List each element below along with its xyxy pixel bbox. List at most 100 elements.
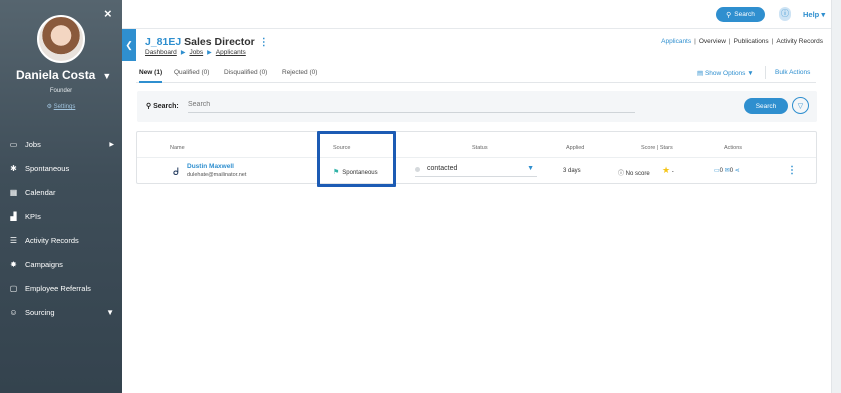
lightbulb-icon[interactable]: ⓘ bbox=[779, 7, 791, 21]
top-search-button[interactable]: ⚲ Search bbox=[716, 7, 765, 22]
applicant-email: dulehate@mailinator.net bbox=[187, 172, 247, 178]
sidebar-item-label: KPIs bbox=[25, 211, 41, 221]
bulk-actions-button[interactable]: Bulk Actions bbox=[775, 69, 810, 76]
list-icon: ☰ bbox=[9, 235, 18, 245]
sidebar-item-spontaneous[interactable]: ✱ Spontaneous bbox=[0, 156, 122, 180]
comments-count: 0 bbox=[719, 168, 724, 174]
chevron-down-icon: ▼ bbox=[106, 307, 114, 317]
breadcrumb-jobs[interactable]: Jobs bbox=[189, 49, 203, 56]
settings-label: Settings bbox=[53, 104, 76, 110]
tab-applicants[interactable]: Applicants bbox=[661, 38, 691, 45]
calendar-icon: ▦ bbox=[9, 187, 18, 197]
search-icon: ⚲ bbox=[726, 11, 732, 19]
score-cell: ⓘ No score bbox=[618, 168, 650, 177]
applied-value: 3 days bbox=[563, 168, 581, 174]
sidebar-item-employee-referrals[interactable]: ▢ Employee Referrals bbox=[0, 276, 122, 300]
sidebar-item-jobs[interactable]: ▭ Jobs ▶ bbox=[0, 132, 122, 156]
caret-down-icon: ▾ bbox=[821, 10, 826, 19]
sidebar-nav: ▭ Jobs ▶ ✱ Spontaneous ▦ Calendar ▟ KPIs… bbox=[0, 132, 122, 324]
tab-publications[interactable]: Publications bbox=[734, 38, 769, 45]
folder-icon: ▭ bbox=[9, 139, 18, 149]
show-options-button[interactable]: ▤ Show Options ▼ bbox=[697, 69, 754, 77]
emails-count: 0 bbox=[729, 168, 734, 174]
separator: | bbox=[771, 38, 774, 45]
stars-cell[interactable]: ★ - bbox=[662, 165, 674, 176]
users-icon: ☺ bbox=[9, 307, 18, 317]
info-icon: ⓘ bbox=[618, 171, 626, 177]
search-label-group: ⚲ Search: bbox=[146, 102, 179, 110]
column-header-actions: Actions bbox=[724, 145, 743, 151]
column-header-score: Score | Stars bbox=[641, 145, 673, 151]
sidebar: × Daniela Costa ▼ Founder ⚙ Settings ▭ Jo… bbox=[0, 0, 122, 393]
sidebar-item-label: Employee Referrals bbox=[25, 283, 91, 293]
sidebar-item-kpis[interactable]: ▟ KPIs bbox=[0, 204, 122, 228]
chevron-left-icon: ❮ bbox=[125, 39, 133, 50]
status-dropdown[interactable]: contacted ▼ bbox=[415, 163, 537, 177]
tab-rejected[interactable]: Rejected (0) bbox=[282, 69, 317, 76]
bar-chart-icon: ▟ bbox=[10, 211, 17, 221]
breadcrumb-applicants[interactable]: Applicants bbox=[216, 49, 246, 56]
close-icon[interactable]: × bbox=[104, 6, 112, 21]
column-header-name[interactable]: Name bbox=[170, 145, 185, 151]
applicant-name[interactable]: Dustin Maxwell bbox=[187, 163, 234, 170]
tab-qualified[interactable]: Qualified (0) bbox=[174, 69, 209, 76]
sparkle-icon: ✸ bbox=[10, 259, 17, 269]
scrollbar-track[interactable] bbox=[831, 0, 841, 393]
divider bbox=[765, 66, 766, 79]
search-panel: ⚲ Search: Search ▽ bbox=[137, 91, 817, 122]
sidebar-item-label: Calendar bbox=[25, 187, 56, 197]
top-search-label: Search bbox=[734, 11, 755, 18]
sidebar-item-calendar[interactable]: ▦ Calendar bbox=[0, 180, 122, 204]
breadcrumb-arrow-icon: ▶ bbox=[180, 50, 186, 56]
search-button[interactable]: Search bbox=[744, 98, 788, 114]
user-name: Daniela Costa bbox=[16, 68, 96, 82]
user-role: Founder bbox=[49, 88, 73, 94]
page-title: J_81EJ Sales Director ⋮ bbox=[145, 36, 269, 48]
status-dot-icon bbox=[415, 167, 420, 172]
chevron-down-icon: ▼ bbox=[527, 165, 534, 172]
source-highlight-box bbox=[317, 131, 396, 187]
applicants-table: Name Source Status Applied Score | Stars… bbox=[136, 131, 817, 184]
collapse-sidebar-button[interactable]: ❮ bbox=[122, 29, 136, 61]
applicant-icon: ᑯ bbox=[173, 167, 180, 178]
search-input[interactable] bbox=[188, 97, 635, 113]
sidebar-item-label: Campaigns bbox=[25, 259, 63, 269]
tab-disqualified[interactable]: Disqualified (0) bbox=[224, 69, 267, 76]
help-menu[interactable]: Help ▾ bbox=[803, 10, 825, 19]
job-tab-links: Applicants | Overview | Publications | Activit… bbox=[661, 38, 823, 45]
settings-link[interactable]: ⚙ Settings bbox=[0, 103, 122, 110]
more-options-icon[interactable]: ⋮ bbox=[259, 37, 269, 48]
breadcrumb-arrow-icon: ▶ bbox=[207, 50, 212, 56]
tab-activity-records[interactable]: Activity Records bbox=[776, 38, 823, 45]
filter-icon[interactable]: ▽ bbox=[792, 97, 809, 114]
sidebar-item-label: Sourcing bbox=[25, 307, 55, 317]
actions-cell: ▭0 ✉0 ⋖ bbox=[714, 167, 740, 174]
column-header-applied[interactable]: Applied bbox=[566, 145, 584, 151]
breadcrumb-dashboard[interactable]: Dashboard bbox=[145, 49, 177, 56]
header-divider bbox=[137, 157, 816, 158]
sidebar-item-sourcing[interactable]: ☺ Sourcing ▼ bbox=[0, 300, 122, 324]
tab-overview[interactable]: Overview bbox=[699, 38, 726, 45]
share-icon[interactable]: ⋖ bbox=[735, 168, 740, 174]
caret-down-icon: ▼ bbox=[747, 70, 754, 77]
column-header-status[interactable]: Status bbox=[472, 145, 488, 151]
user-menu[interactable]: Daniela Costa ▼ bbox=[0, 68, 122, 82]
avatar[interactable] bbox=[37, 15, 85, 63]
sidebar-item-label: Activity Records bbox=[25, 235, 79, 245]
tab-new[interactable]: New (1) bbox=[139, 69, 163, 83]
search-label: Search: bbox=[153, 103, 179, 110]
asterisk-icon: ✱ bbox=[10, 163, 17, 173]
sidebar-item-activity-records[interactable]: ☰ Activity Records bbox=[0, 228, 122, 252]
status-value: contacted bbox=[427, 165, 458, 172]
sidebar-item-label: Jobs bbox=[25, 139, 41, 149]
chat-icon: ▢ bbox=[9, 283, 18, 293]
show-options-label: Show Options bbox=[704, 70, 746, 77]
separator: | bbox=[728, 38, 731, 45]
sidebar-item-campaigns[interactable]: ✸ Campaigns bbox=[0, 252, 122, 276]
star-icon: ★ bbox=[662, 165, 671, 175]
stars-value: - bbox=[671, 169, 674, 175]
job-code: J_81EJ bbox=[145, 36, 182, 48]
caret-down-icon: ▼ bbox=[102, 71, 112, 81]
row-menu-icon[interactable]: ⋮ bbox=[787, 165, 797, 176]
columns-icon: ▤ bbox=[697, 70, 705, 77]
